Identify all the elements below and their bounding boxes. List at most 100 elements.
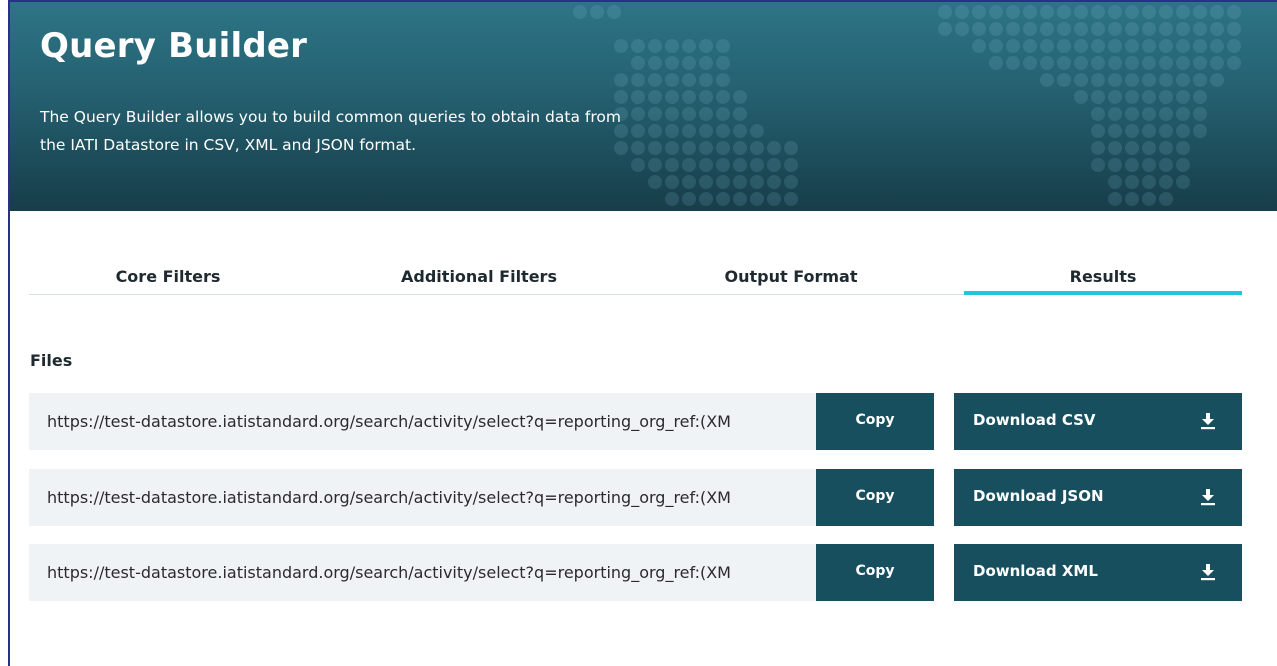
- map-dot: [1125, 107, 1139, 121]
- map-dot: [1176, 175, 1190, 189]
- map-dot: [1108, 22, 1122, 36]
- download-json-button[interactable]: Download JSON: [954, 469, 1242, 526]
- map-dot: [699, 124, 713, 138]
- map-dot: [716, 107, 730, 121]
- map-dot: [1006, 39, 1020, 53]
- map-dot: [784, 175, 798, 189]
- map-dot: [1108, 175, 1122, 189]
- map-dot: [1023, 56, 1037, 70]
- copy-button[interactable]: Copy: [816, 393, 934, 450]
- map-dot: [1159, 175, 1173, 189]
- map-dot: [750, 158, 764, 172]
- copy-button[interactable]: Copy: [816, 544, 934, 601]
- query-url-field[interactable]: https://test-datastore.iatistandard.org/…: [29, 544, 816, 601]
- map-dot: [573, 5, 587, 19]
- map-dot: [631, 39, 645, 53]
- map-dot: [1159, 39, 1173, 53]
- map-dot: [614, 39, 628, 53]
- map-dot: [665, 39, 679, 53]
- query-url-field[interactable]: https://test-datastore.iatistandard.org/…: [29, 393, 816, 450]
- map-dot: [1108, 141, 1122, 155]
- download-csv-button[interactable]: Download CSV: [954, 393, 1242, 450]
- map-dot: [716, 39, 730, 53]
- map-dot: [1193, 73, 1207, 87]
- map-dot: [699, 90, 713, 104]
- map-dot: [1125, 175, 1139, 189]
- map-dot: [716, 192, 730, 206]
- map-dot: [716, 56, 730, 70]
- map-dot: [1023, 22, 1037, 36]
- map-dot: [733, 90, 747, 104]
- copy-button[interactable]: Copy: [816, 469, 934, 526]
- map-dot: [1074, 22, 1088, 36]
- map-dot: [1142, 107, 1156, 121]
- map-dot: [750, 175, 764, 189]
- map-dot: [716, 90, 730, 104]
- map-dot: [716, 124, 730, 138]
- map-dot: [699, 141, 713, 155]
- map-dot: [1159, 90, 1173, 104]
- map-dot: [648, 158, 662, 172]
- tab-additional-filters[interactable]: Additional Filters: [340, 264, 618, 295]
- map-dot: [1040, 73, 1054, 87]
- map-dot: [972, 5, 986, 19]
- map-dot: [1159, 107, 1173, 121]
- map-dot: [682, 192, 696, 206]
- map-dot: [1091, 90, 1105, 104]
- map-dot: [1108, 192, 1122, 206]
- map-dot: [1176, 124, 1190, 138]
- map-dot: [1142, 56, 1156, 70]
- map-dot: [733, 158, 747, 172]
- map-dot: [631, 90, 645, 104]
- map-dot: [682, 90, 696, 104]
- map-dot: [590, 5, 604, 19]
- map-dot: [1125, 158, 1139, 172]
- files-section-label: Files: [30, 351, 73, 370]
- map-dot: [607, 5, 621, 19]
- map-dot: [1176, 90, 1190, 104]
- map-dot: [1057, 73, 1071, 87]
- query-url-field[interactable]: https://test-datastore.iatistandard.org/…: [29, 469, 816, 526]
- map-dot: [784, 141, 798, 155]
- tab-core-filters[interactable]: Core Filters: [29, 264, 307, 295]
- map-dot: [665, 158, 679, 172]
- map-dot: [1057, 22, 1071, 36]
- map-dot: [1040, 5, 1054, 19]
- map-dot: [1125, 192, 1139, 206]
- map-dot: [699, 107, 713, 121]
- tab-output-format[interactable]: Output Format: [652, 264, 930, 295]
- map-dot: [1193, 56, 1207, 70]
- map-dot: [1193, 124, 1207, 138]
- map-dot: [1142, 124, 1156, 138]
- map-dot: [1040, 39, 1054, 53]
- map-dot: [699, 39, 713, 53]
- map-dot: [1142, 175, 1156, 189]
- download-xml-button[interactable]: Download XML: [954, 544, 1242, 601]
- map-dot: [955, 22, 969, 36]
- map-dot: [1091, 5, 1105, 19]
- tab-results[interactable]: Results: [964, 264, 1242, 295]
- map-dot: [955, 5, 969, 19]
- map-dot: [1040, 22, 1054, 36]
- map-dot: [1176, 73, 1190, 87]
- map-dot: [1125, 22, 1139, 36]
- query-builder-tabs: Core Filters Additional Filters Output F…: [29, 264, 1242, 295]
- map-dot: [938, 22, 952, 36]
- map-dot: [699, 175, 713, 189]
- map-dot: [716, 73, 730, 87]
- map-dot: [1057, 56, 1071, 70]
- page-title: Query Builder: [40, 26, 308, 66]
- map-dot: [1176, 107, 1190, 121]
- map-dot: [733, 107, 747, 121]
- map-dot: [648, 56, 662, 70]
- map-dot: [648, 141, 662, 155]
- map-dot: [1210, 39, 1224, 53]
- map-dot: [648, 124, 662, 138]
- map-dot: [1091, 124, 1105, 138]
- map-dot: [1142, 90, 1156, 104]
- hero-banner: Query Builder The Query Builder allows y…: [10, 2, 1277, 211]
- map-dot: [1210, 22, 1224, 36]
- map-dot: [1159, 141, 1173, 155]
- map-dot: [1142, 73, 1156, 87]
- map-dot: [1023, 5, 1037, 19]
